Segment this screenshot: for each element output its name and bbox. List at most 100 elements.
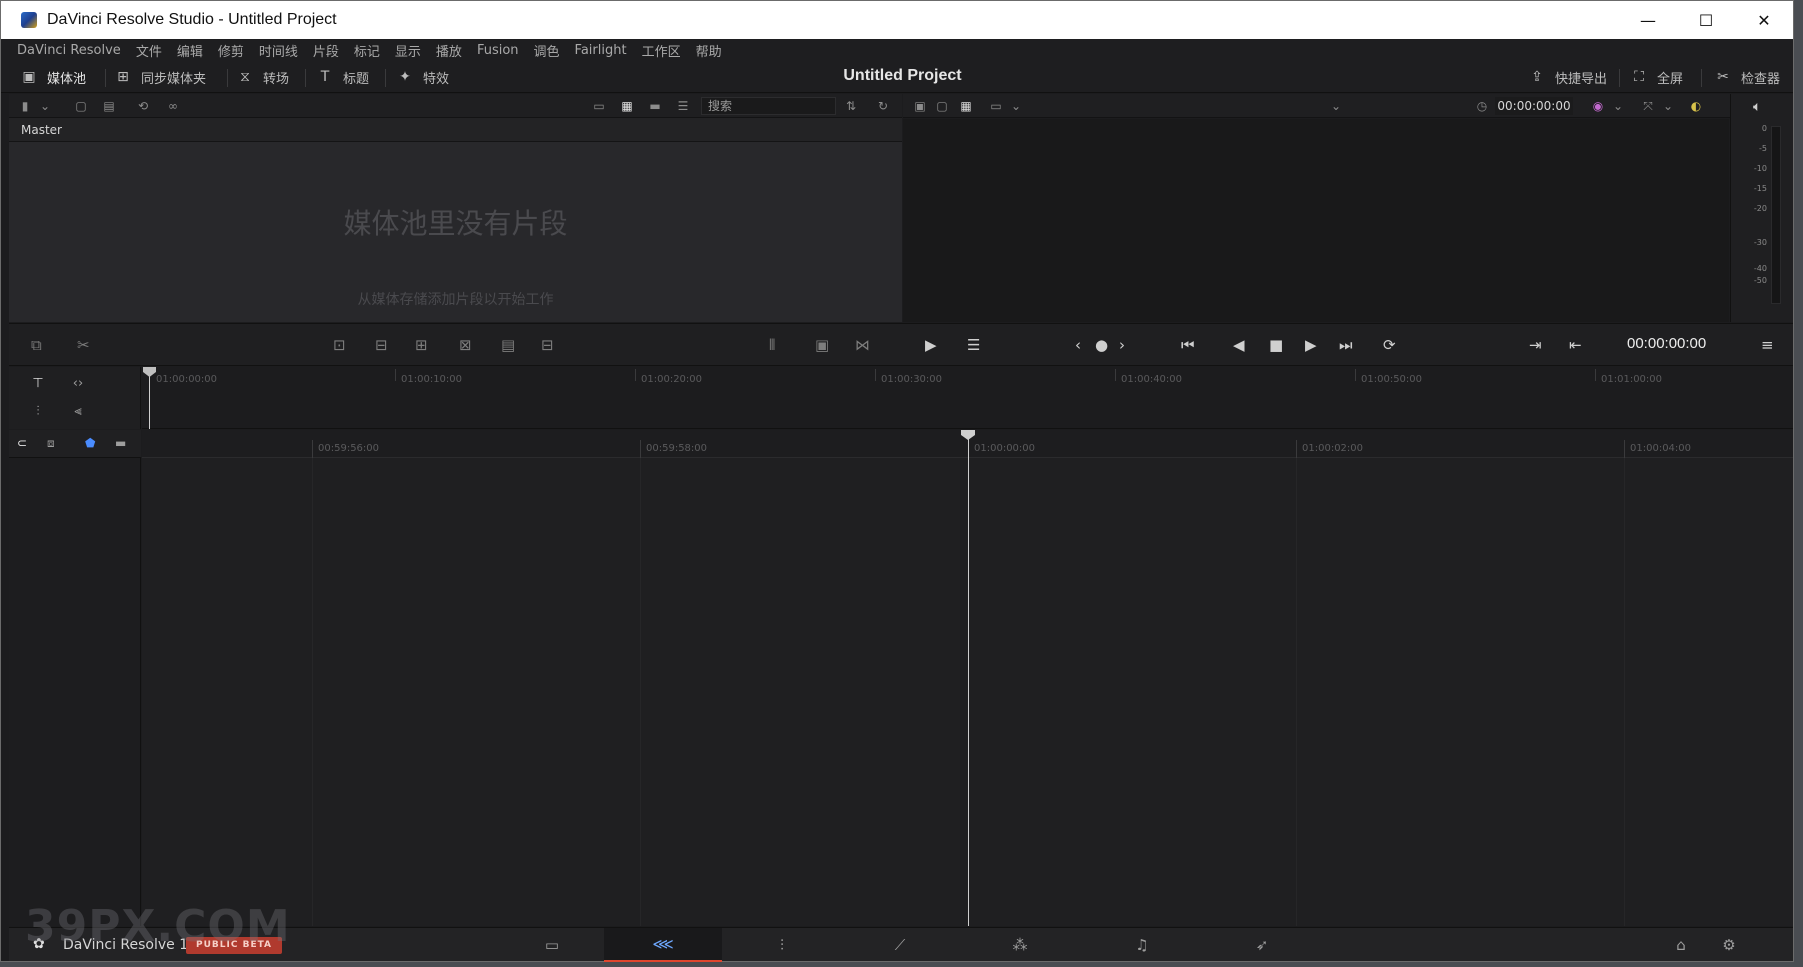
metadata-view-icon[interactable]: ▭: [591, 98, 607, 114]
menu-playback[interactable]: 播放: [436, 41, 462, 60]
chevron-down-icon[interactable]: ⌄: [1659, 98, 1677, 114]
settings-sliders-icon[interactable]: ☰: [967, 336, 980, 354]
panel-toggle-icon[interactable]: ▮: [17, 98, 33, 114]
new-bin-icon[interactable]: ▢: [73, 98, 89, 114]
append-clip-icon[interactable]: ⊟: [375, 336, 388, 354]
dot-icon[interactable]: ●: [1095, 336, 1108, 354]
transform-icon[interactable]: ⤧: [1639, 98, 1657, 114]
single-viewer-icon[interactable]: ▢: [933, 98, 951, 114]
fullscreen-button[interactable]: ⛶ 全屏: [1629, 66, 1683, 88]
color-page-tab[interactable]: ⁂: [961, 928, 1079, 962]
jump-start-icon[interactable]: ⏮: [1181, 336, 1195, 354]
cut-icon[interactable]: ✂: [77, 336, 90, 354]
menu-trim[interactable]: 修剪: [218, 41, 244, 60]
transitions-button[interactable]: ⧖ 转场: [235, 66, 289, 88]
menu-mark[interactable]: 标记: [354, 41, 380, 60]
bin-master[interactable]: Master: [9, 118, 902, 142]
loop-icon[interactable]: ⟳: [1383, 336, 1396, 354]
trim-mode-icon[interactable]: ⫴: [769, 336, 775, 354]
jump-end-icon[interactable]: ⏭: [1339, 336, 1353, 354]
edit-page-tab[interactable]: ⫶: [723, 928, 841, 962]
viewer-timecode[interactable]: 00:00:00:00: [1495, 97, 1573, 115]
main-timecode[interactable]: 00:00:00:00: [1627, 335, 1706, 352]
menu-fairlight[interactable]: Fairlight: [575, 43, 627, 58]
viewer-size-icon[interactable]: ▭: [987, 98, 1005, 114]
close-up-icon[interactable]: ⊠: [459, 336, 472, 354]
prev-chevron-icon[interactable]: ‹: [1075, 336, 1081, 354]
linked-selection-icon[interactable]: ⧈: [47, 436, 55, 451]
thumbnail-view-icon[interactable]: ▦: [619, 98, 635, 114]
stop-icon[interactable]: ■: [1269, 336, 1283, 354]
options-menu-icon[interactable]: ≡: [1761, 336, 1774, 354]
menu-timeline[interactable]: 时间线: [259, 41, 298, 60]
mark-out-icon[interactable]: ⇤: [1569, 336, 1582, 354]
menu-edit[interactable]: 编辑: [177, 41, 203, 60]
search-input[interactable]: 搜索: [701, 97, 836, 115]
new-smart-bin-icon[interactable]: ▤: [101, 98, 117, 114]
sort-icon[interactable]: ⇅: [843, 98, 859, 114]
cut-page-tab[interactable]: ⋘: [604, 928, 722, 962]
inspector-button[interactable]: ✂ 检查器: [1713, 66, 1780, 88]
mark-in-icon[interactable]: ⇥: [1529, 336, 1542, 354]
chevron-down-icon[interactable]: ⌄: [1007, 98, 1025, 114]
project-manager-button[interactable]: ⌂: [1661, 928, 1701, 962]
track-options-icon[interactable]: ⫷: [65, 401, 91, 423]
lock-track-icon[interactable]: ⊤: [25, 373, 51, 395]
menu-davinci-resolve[interactable]: DaVinci Resolve: [17, 43, 121, 58]
media-page-tab[interactable]: ▭: [493, 928, 611, 962]
dual-viewer-icon[interactable]: ▦: [957, 98, 975, 114]
menu-file[interactable]: 文件: [136, 41, 162, 60]
quick-export-button[interactable]: ⇪ 快捷导出: [1527, 66, 1607, 88]
place-on-top-icon[interactable]: ▤: [501, 336, 515, 354]
timeline-area[interactable]: 00:59:56:00 00:59:58:00 01:00:00:00 01:0…: [142, 430, 1793, 926]
menu-help[interactable]: 帮助: [696, 41, 722, 60]
menu-view[interactable]: 显示: [395, 41, 421, 60]
filmstrip-view-icon[interactable]: ▬: [647, 98, 663, 114]
chevron-down-icon[interactable]: ⌄: [1327, 98, 1345, 114]
media-pool-button[interactable]: ▣ 媒体池: [19, 66, 86, 88]
menu-clip[interactable]: 片段: [313, 41, 339, 60]
audio-waveform-icon[interactable]: ⋈: [855, 336, 870, 354]
list-view-icon[interactable]: ☰: [675, 98, 691, 114]
project-settings-button[interactable]: ⚙: [1709, 928, 1749, 962]
fairlight-page-tab[interactable]: ♫: [1083, 928, 1201, 962]
maximize-button[interactable]: ☐: [1677, 1, 1735, 39]
titles-button[interactable]: T 标题: [315, 66, 369, 88]
deliver-page-tab[interactable]: ➶: [1203, 928, 1321, 962]
play-icon[interactable]: ▶: [1305, 336, 1317, 354]
snapping-icon[interactable]: ⊂: [17, 436, 27, 450]
source-overwrite-icon[interactable]: ⊟: [541, 336, 554, 354]
cinema-mode-icon[interactable]: ▶: [925, 336, 937, 354]
link-icon[interactable]: ∞: [165, 98, 181, 114]
fusion-page-tab[interactable]: ⟋: [841, 928, 959, 962]
ripple-overwrite-icon[interactable]: ⊞: [415, 336, 428, 354]
speaker-icon[interactable]: 🔈︎: [1753, 99, 1761, 115]
next-chevron-icon[interactable]: ›: [1119, 336, 1125, 354]
menu-fusion[interactable]: Fusion: [477, 43, 519, 58]
image-wipe-icon[interactable]: ▣: [911, 98, 929, 114]
timeline-playhead[interactable]: [968, 430, 969, 926]
clip-view-icon[interactable]: ▣: [815, 336, 829, 354]
relink-icon[interactable]: ⟲: [135, 98, 151, 114]
effects-button[interactable]: ✦ 特效: [395, 66, 449, 88]
menu-color[interactable]: 调色: [534, 41, 560, 60]
track-height-icon[interactable]: ⫶: [25, 401, 51, 423]
chevron-down-icon[interactable]: ⌄: [37, 98, 53, 114]
chevron-down-icon[interactable]: ⌄: [1609, 98, 1627, 114]
play-reverse-icon[interactable]: ◀: [1233, 336, 1245, 354]
upper-timeline-ruler[interactable]: 01:00:00:00 01:00:10:00 01:00:20:00 01:0…: [142, 367, 1793, 429]
marker-icon[interactable]: ▬: [115, 436, 126, 450]
camera-icon[interactable]: ◉: [1589, 98, 1607, 114]
color-icon[interactable]: ◐: [1687, 98, 1705, 114]
flag-icon[interactable]: ⬟: [85, 436, 95, 450]
sync-bin-button[interactable]: ⊞ 同步媒体夹: [113, 66, 206, 88]
refresh-icon[interactable]: ↻: [875, 98, 891, 114]
music-note-icon: ♫: [1135, 936, 1149, 954]
color-page-icon: ⁂: [1012, 936, 1028, 954]
close-button[interactable]: ✕: [1735, 1, 1793, 39]
smart-insert-icon[interactable]: ⧉: [31, 336, 42, 354]
insert-clip-icon[interactable]: ⊡: [333, 336, 346, 354]
zoom-fit-icon[interactable]: ‹›: [65, 373, 91, 395]
minimize-button[interactable]: —: [1619, 1, 1677, 39]
menu-workspace[interactable]: 工作区: [642, 41, 681, 60]
